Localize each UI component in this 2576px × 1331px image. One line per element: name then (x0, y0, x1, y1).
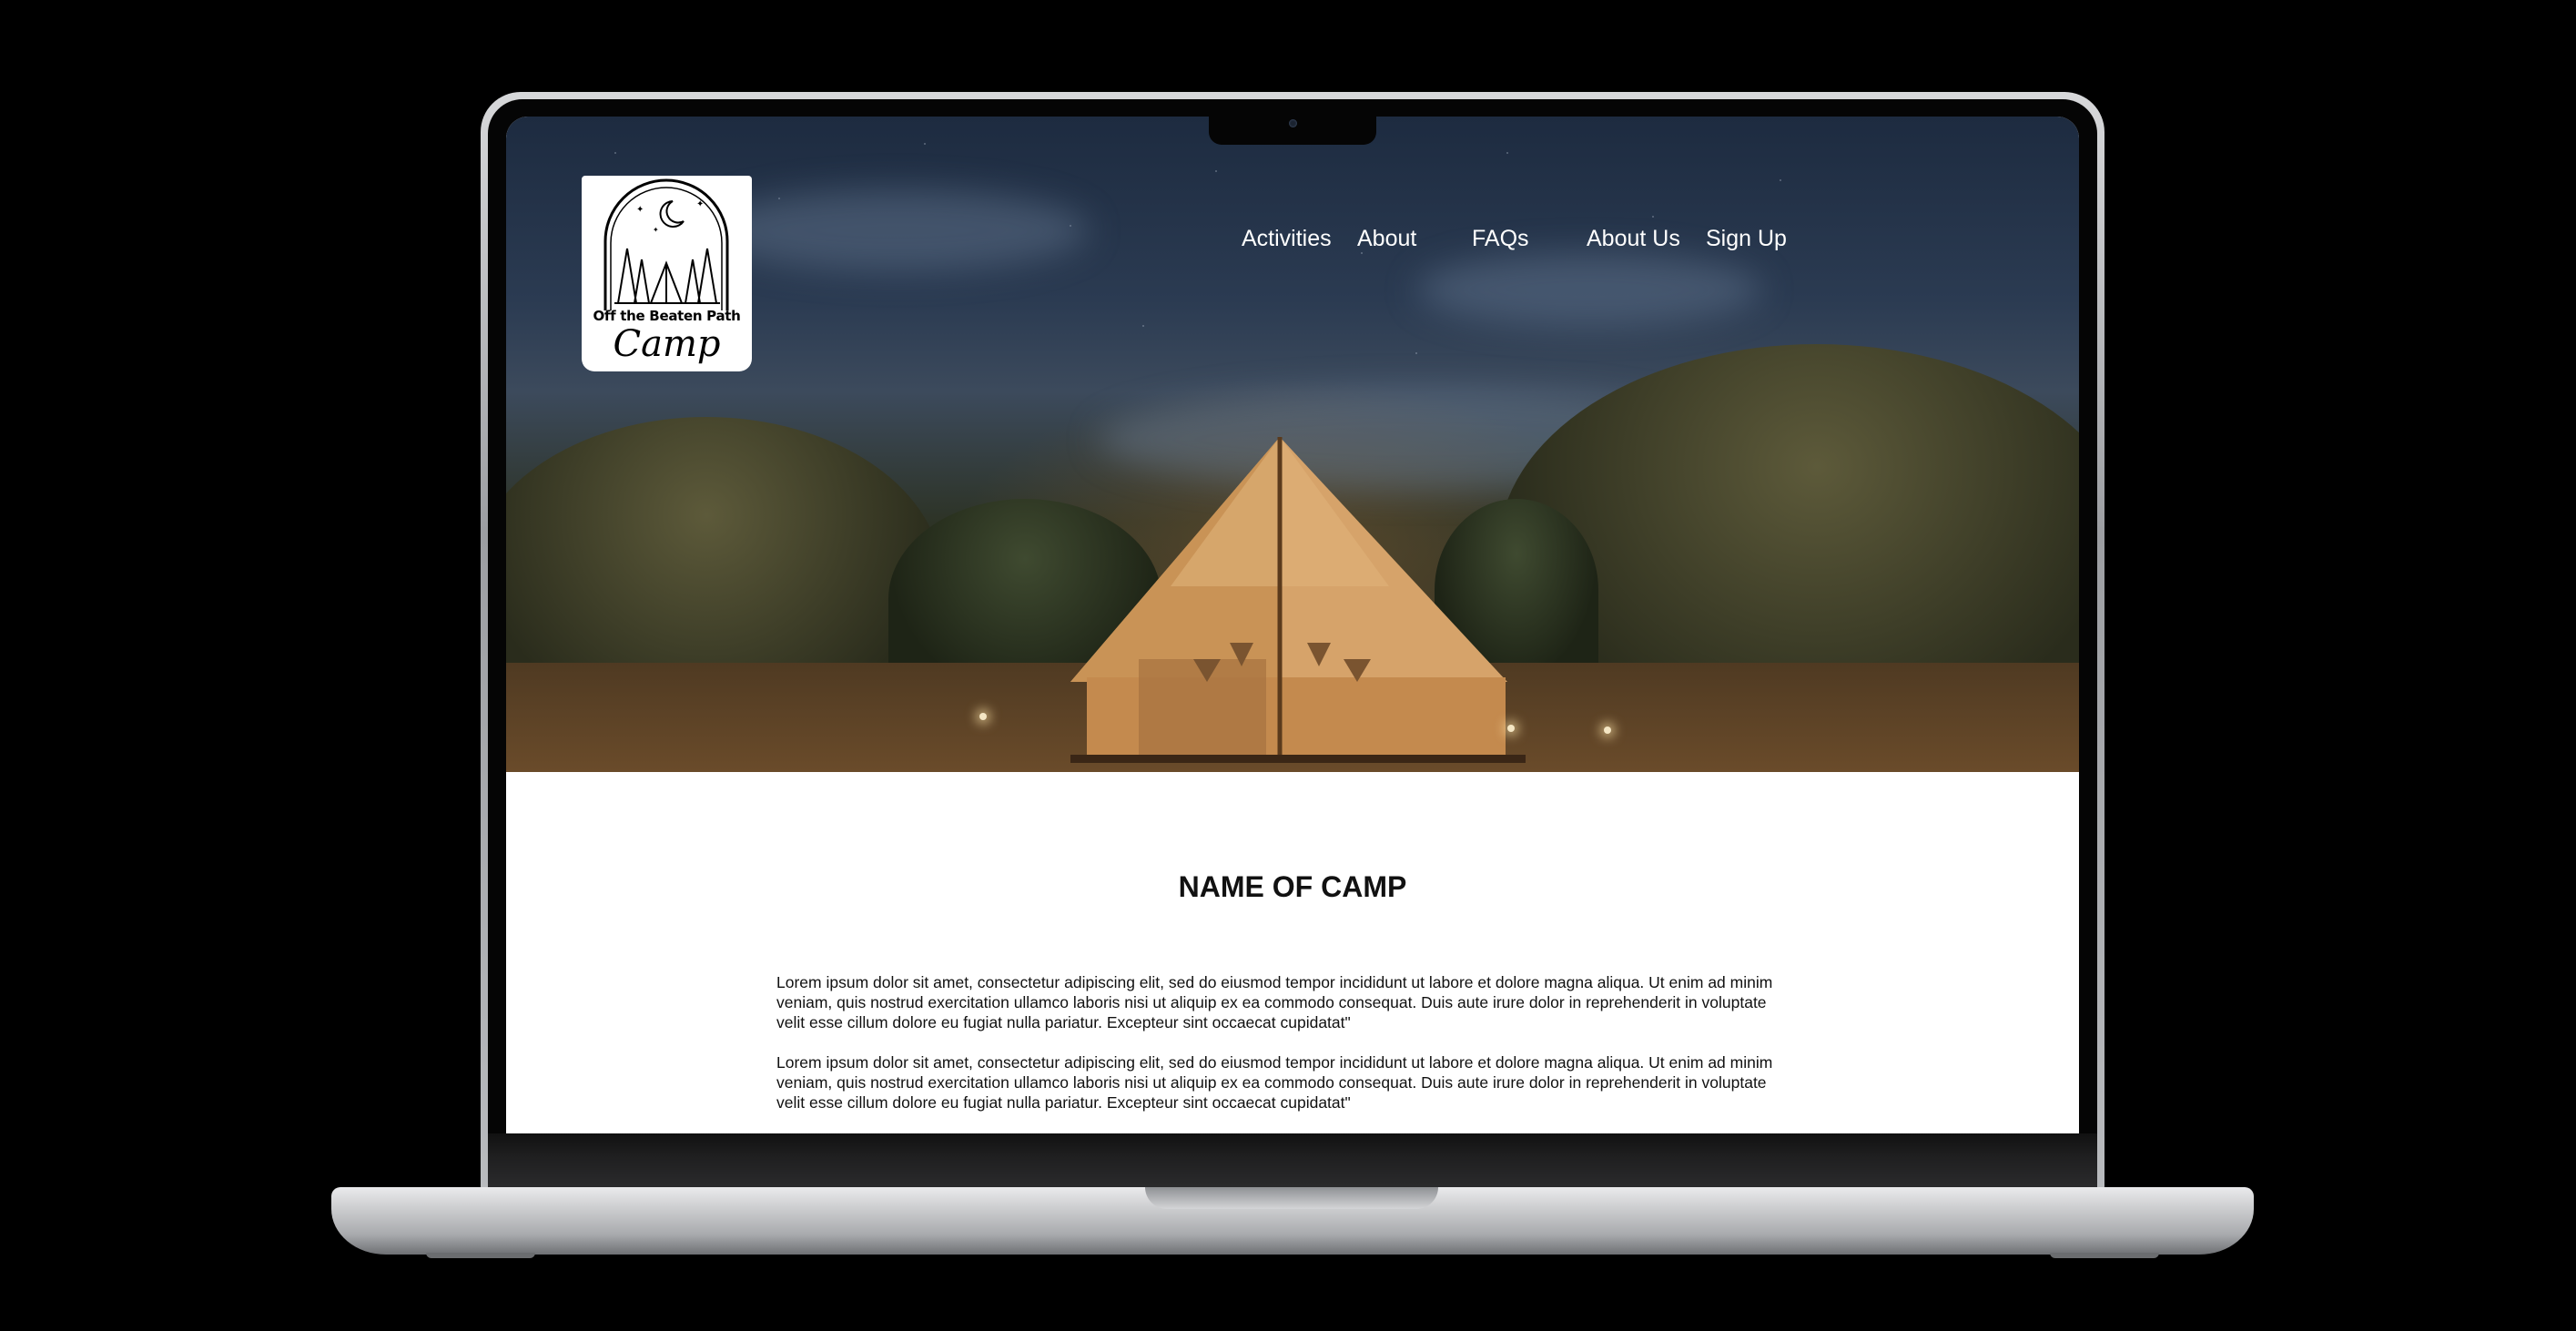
nav-about[interactable]: About (1357, 226, 1416, 252)
logo-emblem-icon: ✦ ✦ ✦ (603, 178, 729, 310)
ground-lamp (979, 713, 987, 720)
camp-logo[interactable]: ✦ ✦ ✦ Off the Beaten Path Camp (582, 176, 752, 371)
camera-notch (1209, 117, 1376, 145)
tent-image (1070, 437, 1526, 763)
page-title: NAME OF CAMP (1178, 870, 1407, 903)
logo-text-line2: Camp (613, 323, 721, 365)
svg-text:✦: ✦ (653, 226, 659, 234)
cloud (706, 189, 1089, 271)
nav-about-us[interactable]: About Us (1587, 226, 1680, 252)
laptop-chin (488, 1133, 2097, 1192)
laptop-foot (426, 1253, 535, 1258)
nav-faqs[interactable]: FAQs (1472, 226, 1529, 252)
nav-sign-up[interactable]: Sign Up (1706, 226, 1787, 252)
cloud (1416, 253, 1762, 326)
ground-lamp (1604, 726, 1611, 734)
nav-activities[interactable]: Activities (1242, 226, 1332, 252)
svg-text:✦: ✦ (696, 199, 704, 209)
laptop-foot (2050, 1253, 2159, 1258)
svg-text:✦: ✦ (636, 205, 644, 215)
webcam-icon (1289, 119, 1297, 127)
laptop-screen: ✦ ✦ ✦ Off the Beaten Path Camp Activitie… (506, 117, 2079, 1133)
laptop-opening-notch (1145, 1187, 1438, 1209)
intro-paragraph: Lorem ipsum dolor sit amet, consectetur … (776, 1053, 1773, 1112)
main-content: NAME OF CAMP Lorem ipsum dolor sit amet,… (506, 772, 2079, 1133)
logo-text-line1: Off the Beaten Path (593, 308, 741, 324)
hero-section: ✦ ✦ ✦ Off the Beaten Path Camp Activitie… (506, 117, 2079, 772)
intro-paragraph: Lorem ipsum dolor sit amet, consectetur … (776, 973, 1773, 1031)
ground-lamp (1507, 725, 1515, 732)
